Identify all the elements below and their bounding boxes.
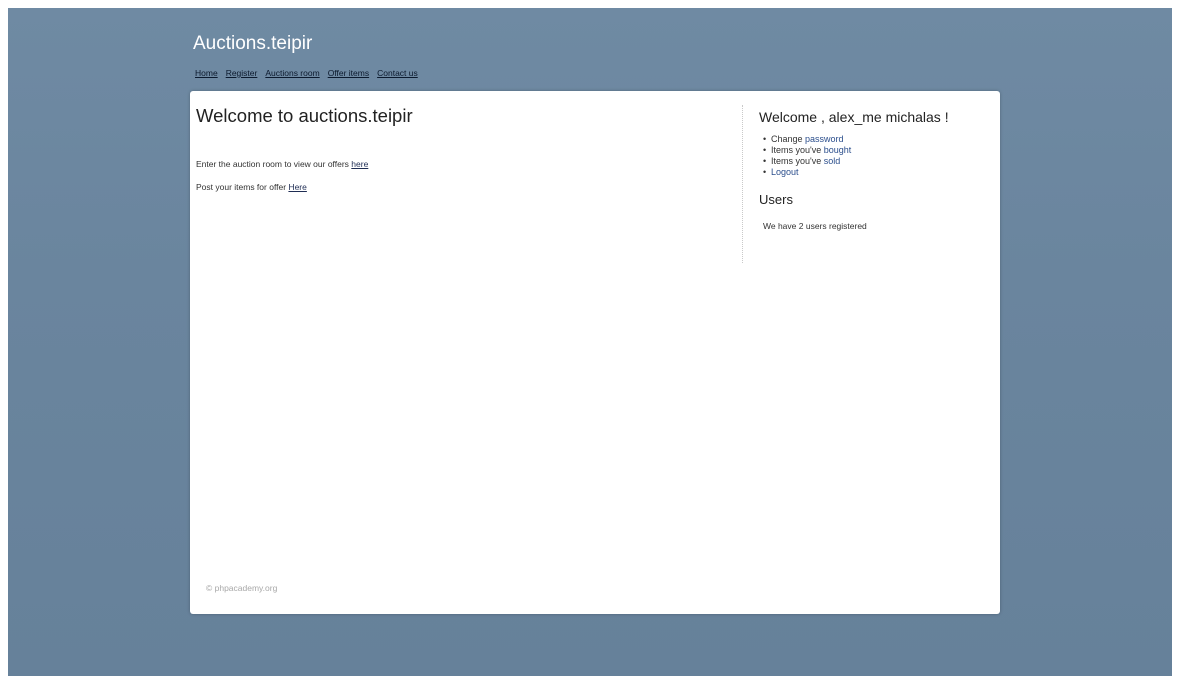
user-menu-item-logout: • Logout	[763, 167, 1009, 178]
change-password-link[interactable]: password	[805, 134, 844, 144]
nav-home-link[interactable]: Home	[195, 68, 218, 78]
users-count-text: We have 2 users registered	[763, 221, 867, 231]
menu-item-prefix: Change	[771, 134, 806, 144]
nav-contact-us-link[interactable]: Contact us	[377, 68, 418, 78]
welcome-heading: Welcome , alex_me michalas !	[759, 109, 949, 125]
auction-room-line: Enter the auction room to view our offer…	[196, 159, 736, 169]
items-bought-link[interactable]: bought	[824, 145, 852, 155]
auction-room-text: Enter the auction room to view our offer…	[196, 159, 352, 169]
content-card: Welcome to auctions.teipir Enter the auc…	[190, 91, 1000, 614]
offer-items-line: Post your items for offer Here	[196, 182, 736, 192]
user-menu-item-sold: • Items you've sold	[763, 156, 1009, 167]
user-menu-list: • Change password • Items you've bought • I…	[763, 134, 1009, 178]
bullet-icon: •	[763, 167, 767, 177]
bullet-icon: •	[763, 156, 767, 166]
page-title: Welcome to auctions.teipir	[196, 105, 413, 126]
top-navigation: Home Register Auctions room Offer items …	[195, 68, 418, 78]
sidebar: Welcome , alex_me michalas ! • Change pas…	[742, 105, 1009, 263]
users-heading: Users	[759, 192, 793, 207]
offer-items-here-link[interactable]: Here	[288, 182, 306, 192]
nav-auctions-room-link[interactable]: Auctions room	[265, 68, 319, 78]
nav-register-link[interactable]: Register	[226, 68, 258, 78]
nav-offer-items-link[interactable]: Offer items	[328, 68, 369, 78]
logout-link[interactable]: Logout	[771, 167, 799, 177]
site-title: Auctions.teipir	[193, 33, 313, 54]
bullet-icon: •	[763, 145, 767, 155]
menu-item-prefix: Items you've	[771, 156, 824, 166]
user-menu-item-change-password: • Change password	[763, 134, 1009, 145]
bullet-icon: •	[763, 134, 767, 144]
items-sold-link[interactable]: sold	[824, 156, 841, 166]
main-content: Welcome to auctions.teipir Enter the auc…	[196, 105, 736, 205]
user-menu-item-bought: • Items you've bought	[763, 145, 1009, 156]
footer-copyright: © phpacademy.org	[206, 583, 278, 593]
menu-item-prefix: Items you've	[771, 145, 824, 155]
auction-room-here-link[interactable]: here	[351, 159, 368, 169]
offer-items-text: Post your items for offer	[196, 182, 289, 192]
